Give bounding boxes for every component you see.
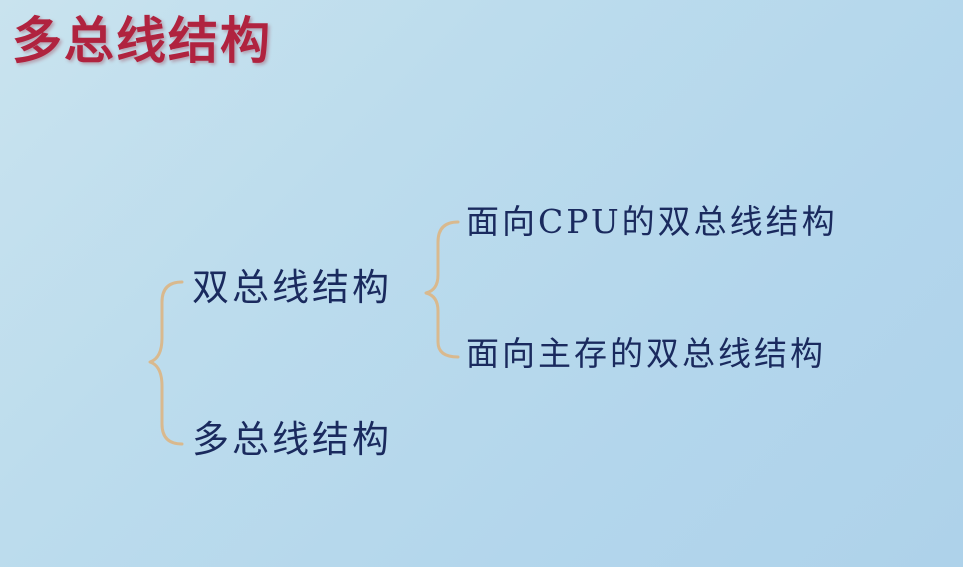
brace-connectors: [148, 220, 460, 446]
outer-brace: [148, 280, 184, 446]
inner-brace: [424, 220, 460, 359]
node-cpu-dual-bus: 面向CPU的双总线结构: [466, 202, 838, 241]
node-dual-bus: 双总线结构: [192, 266, 392, 309]
node-multi-bus: 多总线结构: [192, 418, 392, 461]
node-memory-dual-bus: 面向主存的双总线结构: [466, 334, 826, 373]
slide-title: 多总线结构: [12, 12, 272, 70]
